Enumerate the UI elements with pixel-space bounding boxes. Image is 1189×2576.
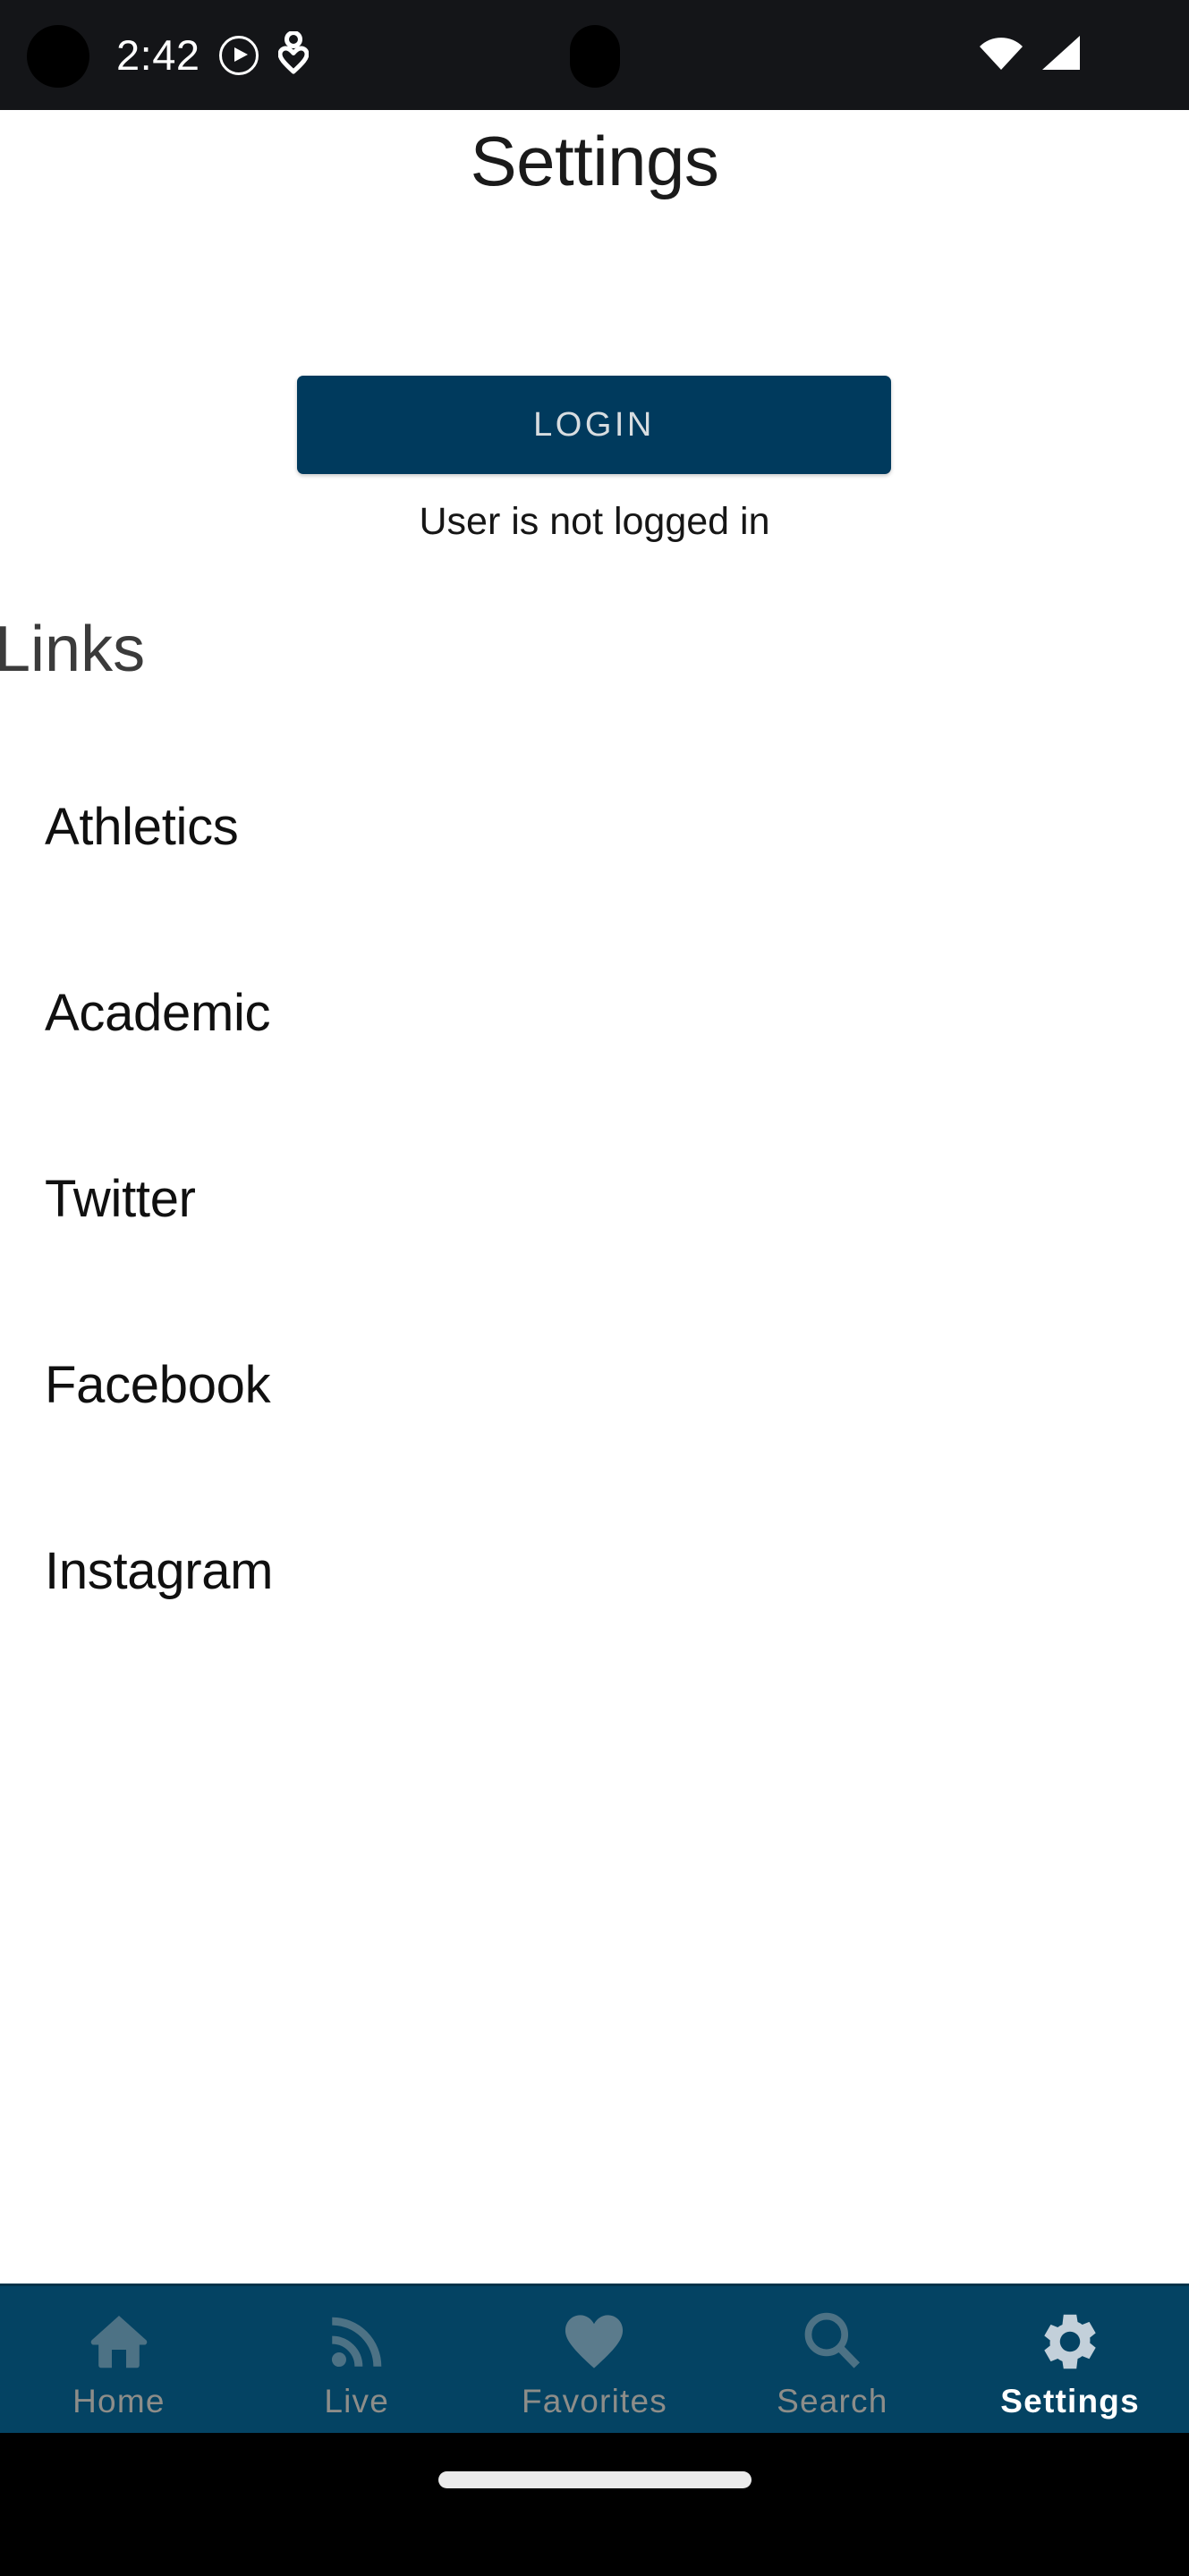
heart-icon (561, 2306, 627, 2377)
login-status-text: User is not logged in (419, 500, 770, 543)
person-heart-icon (277, 30, 310, 79)
status-bar-left-group: 2:42 (116, 30, 310, 79)
nav-label: Live (324, 2382, 390, 2419)
nav-item-home[interactable]: Home (0, 2286, 238, 2433)
link-label: Facebook (45, 1355, 271, 1414)
link-label: Athletics (45, 797, 239, 856)
list-item[interactable]: Athletics (0, 733, 1189, 919)
nav-item-settings[interactable]: Settings (951, 2286, 1189, 2433)
nav-item-live[interactable]: Live (238, 2286, 476, 2433)
link-label: Instagram (45, 1541, 274, 1600)
nav-label: Home (72, 2382, 166, 2419)
nav-label: Search (777, 2382, 888, 2419)
list-item[interactable]: Twitter (0, 1106, 1189, 1292)
wifi-icon (978, 34, 1024, 76)
list-item[interactable]: Instagram (0, 1478, 1189, 1664)
page-title: Settings (470, 122, 719, 200)
nav-label: Favorites (522, 2382, 667, 2419)
broadcast-icon (324, 2306, 390, 2377)
link-label: Twitter (45, 1169, 196, 1228)
list-item[interactable]: Academic (0, 919, 1189, 1106)
status-bar: 2:42 (0, 0, 1189, 110)
nav-label: Settings (1000, 2382, 1140, 2419)
home-gesture-pill[interactable] (437, 2471, 752, 2488)
login-button[interactable]: LOGIN (297, 376, 891, 474)
links-section-header: Links (0, 614, 146, 685)
nav-item-favorites[interactable]: Favorites (476, 2286, 714, 2433)
gear-icon (1038, 2306, 1102, 2377)
phone-screen: 2:42 Settings LOGIN User is not logged i… (0, 0, 1189, 2576)
links-list: Athletics Academic Twitter Facebook Inst… (0, 733, 1189, 1664)
status-bar-right-group (978, 34, 1082, 76)
list-item[interactable]: Facebook (0, 1292, 1189, 1478)
system-gesture-bar (0, 2433, 1189, 2576)
magnifier-icon (799, 2306, 865, 2377)
link-label: Academic (45, 983, 271, 1042)
nav-item-search[interactable]: Search (713, 2286, 951, 2433)
camera-cutout (27, 25, 89, 88)
play-circle-icon (219, 35, 259, 75)
bottom-navigation-bar: Home Live Favorites Search Settings (0, 2284, 1189, 2433)
sensor-pill-cutout (569, 25, 620, 88)
status-time: 2:42 (116, 31, 200, 79)
cellular-signal-icon (1040, 34, 1082, 76)
home-icon (86, 2306, 152, 2377)
